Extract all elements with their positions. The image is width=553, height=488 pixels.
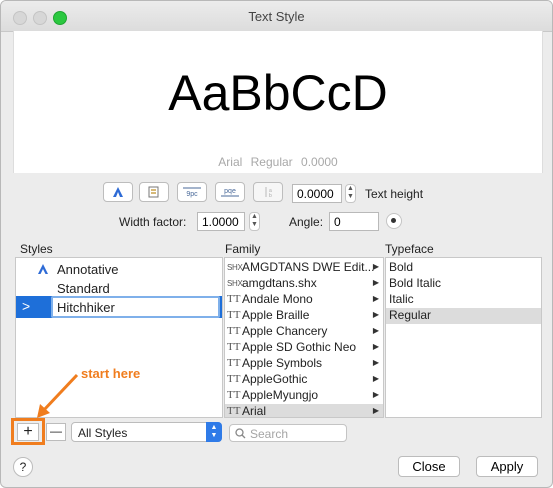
width-factor-stepper[interactable]: ▲ ▼ [249, 212, 260, 231]
family-item[interactable]: TT Apple Braille ▶ [225, 308, 383, 324]
angle-dial[interactable] [386, 213, 402, 229]
angle-dial-knob-icon [391, 218, 396, 223]
preview-font-name: Arial [218, 155, 243, 169]
family-item[interactable]: TT Apple Chancery ▶ [225, 324, 383, 340]
family-item[interactable]: SHX amgdtans.shx ▶ [225, 276, 383, 292]
search-field[interactable]: Search [229, 424, 347, 442]
svg-text:pqe: pqe [224, 188, 236, 195]
help-button[interactable]: ? [13, 457, 33, 477]
chevron-right-icon: ▶ [372, 406, 379, 415]
svg-text:b: b [269, 193, 272, 199]
family-item[interactable]: TT Apple Symbols ▶ [225, 356, 383, 372]
truetype-font-icon: TT [227, 373, 241, 385]
text-height-input[interactable]: 0.0000 [292, 184, 342, 203]
truetype-font-icon: TT [227, 357, 241, 369]
shx-font-icon: SHX [227, 279, 243, 288]
text-height-label: Text height [365, 187, 424, 201]
angle-input[interactable]: 0 [329, 212, 379, 231]
style-item-label: Annotative [57, 262, 119, 277]
style-item-hitchhiker[interactable]: > Hitchhiker [16, 296, 222, 318]
style-item-label: Standard [57, 281, 110, 296]
style-filter-select[interactable]: All Styles ▲ ▼ [71, 422, 222, 442]
truetype-font-icon: TT [227, 293, 241, 305]
style-filter-value: All Styles [78, 426, 128, 440]
chevron-right-icon: ▶ [372, 342, 379, 351]
truetype-font-icon: TT [227, 341, 241, 353]
mirror-toggle-button[interactable]: pqe [215, 182, 245, 202]
vertical-toggle-button[interactable]: ab [253, 182, 283, 202]
svg-text:9pc: 9pc [186, 191, 198, 198]
search-placeholder: Search [250, 427, 289, 441]
style-name-edit-field[interactable]: Hitchhiker [51, 296, 220, 318]
add-style-button[interactable]: + [17, 423, 39, 441]
chevron-right-icon: ▶ [372, 310, 379, 319]
search-icon [235, 428, 246, 439]
text-height-stepper[interactable]: ▲ ▼ [345, 184, 356, 203]
style-item-annotative[interactable]: Annotative [16, 260, 222, 279]
annotative-toggle-button[interactable] [103, 182, 133, 202]
chevron-right-icon: > [22, 298, 31, 314]
style-name-edit-value: Hitchhiker [57, 300, 115, 315]
truetype-font-icon: TT [227, 309, 241, 321]
styles-column-header: Styles [20, 242, 53, 256]
dropdown-arrows-icon: ▲ ▼ [206, 422, 222, 442]
chevron-right-icon: ▶ [372, 390, 379, 399]
preview-font-info: Arial Regular 0.0000 [14, 155, 542, 169]
chevron-right-icon: ▶ [372, 262, 379, 271]
annotative-icon [113, 187, 123, 197]
chevron-right-icon: ▶ [372, 294, 379, 303]
family-item[interactable]: TT Apple SD Gothic Neo ▶ [225, 340, 383, 356]
close-button[interactable]: Close [398, 456, 460, 477]
preview-font-style: Regular [250, 155, 293, 169]
shx-font-icon: SHX [227, 263, 243, 272]
preview-sample-text: AaBbCcD [168, 65, 388, 121]
width-factor-label: Width factor: [119, 215, 187, 229]
typeface-column-header: Typeface [385, 242, 434, 256]
truetype-font-icon: TT [227, 325, 241, 337]
family-item-selected[interactable]: TT Arial ▶ [225, 404, 383, 417]
family-item[interactable]: TT AppleGothic ▶ [225, 372, 383, 388]
mirror-text-icon: pqe [221, 188, 239, 197]
family-item[interactable]: TT Andale Mono ▶ [225, 292, 383, 308]
annotative-icon [38, 264, 48, 274]
angle-label: Angle: [289, 215, 324, 229]
apply-button[interactable]: Apply [476, 456, 538, 477]
preview-font-size: 0.0000 [301, 155, 338, 169]
typeface-item[interactable]: Bold [386, 260, 541, 276]
chevron-right-icon: ▶ [372, 278, 379, 287]
family-column-header: Family [225, 242, 261, 256]
truetype-font-icon: TT [227, 405, 241, 417]
typeface-item[interactable]: Bold Italic [386, 276, 541, 292]
title-bar: Text Style [1, 1, 552, 32]
upside-down-toggle-button[interactable]: 9pc [177, 182, 207, 202]
chevron-right-icon: ▶ [372, 326, 379, 335]
typeface-list: Bold Bold Italic Italic Regular [385, 257, 542, 418]
chevron-right-icon: ▶ [372, 374, 379, 383]
backwards-toggle-button[interactable] [139, 182, 169, 202]
backwards-text-icon [148, 186, 159, 198]
width-factor-input[interactable]: 1.0000 [197, 212, 245, 231]
text-style-dialog: Text Style AaBbCcD Arial Regular 0.0000 … [0, 0, 553, 488]
family-item[interactable]: SHX AMGDTANS DWE Edit... ▶ [225, 260, 383, 276]
remove-style-button[interactable]: — [46, 423, 66, 441]
window-title: Text Style [248, 9, 305, 24]
upside-down-text-icon: 9pc [183, 187, 201, 198]
start-here-annotation: start here [81, 366, 141, 381]
annotation-arrow [37, 373, 79, 418]
typeface-item[interactable]: Italic [386, 292, 541, 308]
font-preview: AaBbCcD Arial Regular 0.0000 [13, 31, 543, 173]
chevron-right-icon: ▶ [372, 358, 379, 367]
typeface-item-selected[interactable]: Regular [386, 308, 541, 324]
vertical-text-icon: ab [265, 187, 272, 199]
truetype-font-icon: TT [227, 389, 241, 401]
family-list: SHX AMGDTANS DWE Edit... ▶ SHX amgdtans.shx… [224, 257, 384, 418]
family-item[interactable]: TT AppleMyungjo ▶ [225, 388, 383, 404]
